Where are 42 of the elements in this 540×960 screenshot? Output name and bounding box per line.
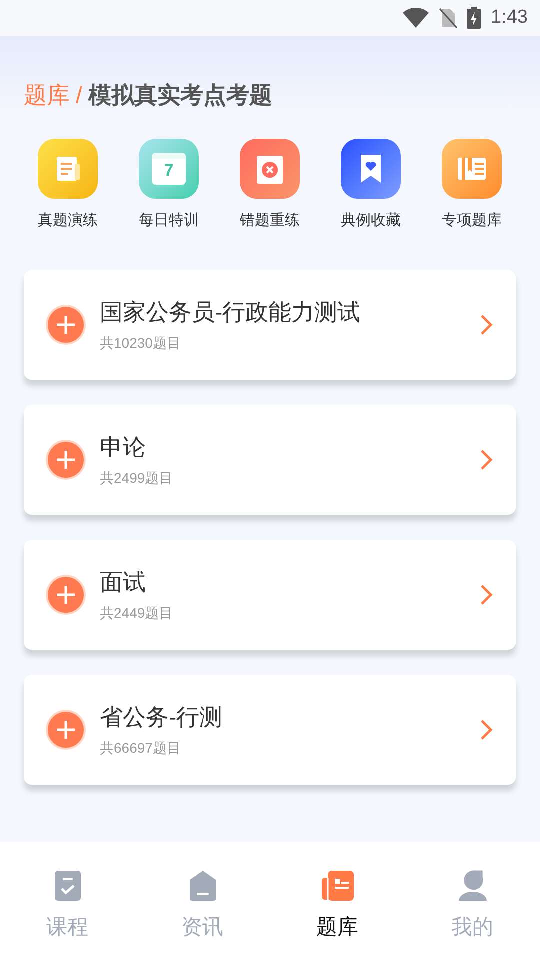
section-title: 题库 [24, 81, 70, 110]
shortcut-button[interactable]: 专项题库 [426, 138, 518, 232]
plus-icon [46, 710, 86, 750]
clock-time: 1:43 [491, 6, 528, 30]
plus-icon [46, 305, 86, 345]
shortcut-button[interactable]: 真题演练 [22, 138, 114, 232]
wrong-tile-icon [240, 138, 300, 198]
question-bank-card[interactable]: 国家公务员-行政能力测试 共10230题目 [24, 270, 516, 380]
bank-title: 申论 [100, 436, 147, 458]
shortcut-button[interactable]: 错题重练 [224, 138, 316, 232]
plus-icon [46, 440, 86, 480]
newspaper-icon [320, 870, 354, 902]
question-count: 共10230题目 [100, 336, 182, 350]
bank-title: 省公务-行测 [100, 706, 224, 728]
question-count: 共2499题目 [100, 470, 174, 484]
no-sim-icon [439, 8, 458, 28]
chevron-right-icon [480, 719, 494, 741]
battery-icon [467, 7, 482, 29]
bank-title: 面试 [100, 570, 147, 594]
subtitle: 模拟真实考点考题 [88, 81, 272, 110]
chevron-right-icon [480, 314, 494, 336]
chevron-right-icon [480, 584, 494, 606]
tab-button[interactable]: 题库 [270, 842, 405, 960]
paper-tile-icon [38, 138, 98, 198]
wifi-icon [403, 8, 430, 28]
chevron-right-icon [480, 449, 494, 471]
calendar-tile-icon: 7 [139, 138, 199, 198]
clipboard-check-icon [54, 870, 82, 902]
bookmark-tile-icon [341, 138, 401, 198]
separator: / [76, 81, 82, 110]
question-bank-card[interactable]: 申论 共2499题目 [24, 405, 516, 515]
question-count: 共66697题目 [100, 740, 182, 754]
house-icon [188, 870, 216, 902]
book-tile-icon [442, 138, 502, 198]
question-bank-card[interactable]: 面试 共2449题目 [24, 540, 516, 650]
question-bank-card[interactable]: 省公务-行测 共66697题目 [24, 675, 516, 785]
plus-icon [46, 575, 86, 615]
question-count: 共2449题目 [100, 606, 174, 620]
shortcut-button[interactable]: 典例收藏 [325, 138, 417, 232]
person-icon [458, 870, 488, 902]
bank-title: 国家公务员-行政能力测试 [100, 300, 362, 324]
shortcut-button[interactable]: 7 每日特训 [123, 138, 215, 232]
